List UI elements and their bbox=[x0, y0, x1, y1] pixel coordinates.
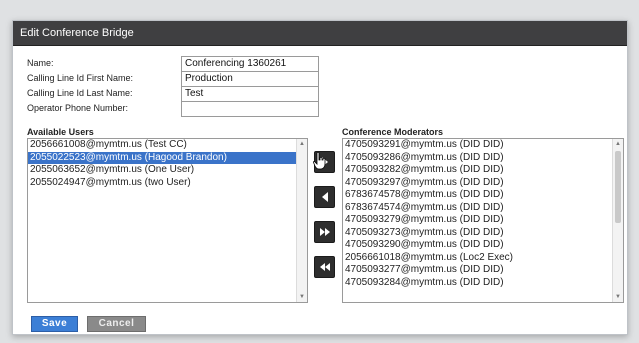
list-item[interactable]: 6783674574@mymtm.us (DID DID) bbox=[343, 202, 623, 215]
name-label: Name: bbox=[27, 58, 54, 68]
dialog-titlebar: Edit Conference Bridge bbox=[13, 21, 627, 46]
arrow-left-icon bbox=[321, 192, 328, 202]
conference-moderators-scrollbar[interactable]: ▲ ▼ bbox=[612, 139, 623, 302]
first-name-field[interactable]: Production bbox=[181, 71, 319, 87]
list-item[interactable]: 4705093282@mymtm.us (DID DID) bbox=[343, 164, 623, 177]
cancel-button[interactable]: Cancel bbox=[87, 316, 146, 332]
list-item-selected[interactable]: 2055022523@mymtm.us (Hagood Brandon) bbox=[28, 151, 307, 164]
list-item[interactable]: 4705093273@mymtm.us (DID DID) bbox=[343, 227, 623, 240]
scroll-thumb[interactable] bbox=[615, 151, 621, 223]
list-item[interactable]: 2056661018@mymtm.us (Loc2 Exec) bbox=[343, 252, 623, 265]
list-item[interactable]: 6783674578@mymtm.us (DID DID) bbox=[343, 189, 623, 202]
scroll-up-icon[interactable]: ▲ bbox=[615, 141, 621, 147]
list-item[interactable]: 4705093279@mymtm.us (DID DID) bbox=[343, 214, 623, 227]
remove-all-moderators-button[interactable] bbox=[314, 256, 335, 278]
list-item[interactable]: 4705093277@mymtm.us (DID DID) bbox=[343, 264, 623, 277]
conference-moderators-label: Conference Moderators bbox=[342, 127, 444, 137]
last-name-label: Calling Line Id Last Name: bbox=[27, 88, 133, 98]
first-name-label: Calling Line Id First Name: bbox=[27, 73, 134, 83]
scroll-down-icon[interactable]: ▼ bbox=[299, 294, 305, 300]
save-button[interactable]: Save bbox=[31, 316, 78, 332]
edit-conference-bridge-dialog: Edit Conference Bridge Name: Conferencin… bbox=[12, 20, 628, 335]
remove-moderator-button[interactable] bbox=[314, 186, 335, 208]
add-all-moderators-button[interactable] bbox=[314, 221, 335, 243]
list-item[interactable]: 2055024947@mymtm.us (two User) bbox=[28, 177, 307, 190]
list-item[interactable]: 2055063652@mymtm.us (One User) bbox=[28, 164, 307, 177]
double-arrow-left-icon bbox=[319, 263, 330, 271]
scroll-up-icon[interactable]: ▲ bbox=[299, 141, 305, 147]
available-users-label: Available Users bbox=[27, 127, 94, 137]
list-item[interactable]: 4705093290@mymtm.us (DID DID) bbox=[343, 239, 623, 252]
scroll-down-icon[interactable]: ▼ bbox=[615, 294, 621, 300]
last-name-field[interactable]: Test bbox=[181, 86, 319, 102]
double-arrow-right-icon bbox=[319, 228, 330, 236]
list-item[interactable]: 4705093297@mymtm.us (DID DID) bbox=[343, 177, 623, 190]
list-item[interactable]: 4705093291@mymtm.us (DID DID) bbox=[343, 139, 623, 152]
dialog-title: Edit Conference Bridge bbox=[20, 27, 134, 39]
operator-phone-field[interactable] bbox=[181, 101, 319, 117]
name-field[interactable]: Conferencing 1360261 bbox=[181, 56, 319, 72]
conference-moderators-list[interactable]: 4705093291@mymtm.us (DID DID) 4705093286… bbox=[342, 138, 624, 303]
list-item[interactable]: 4705093284@mymtm.us (DID DID) bbox=[343, 277, 623, 290]
hand-cursor-icon bbox=[313, 152, 326, 170]
list-item[interactable]: 2056661008@mymtm.us (Test CC) bbox=[28, 139, 307, 152]
list-item[interactable]: 4705093286@mymtm.us (DID DID) bbox=[343, 152, 623, 165]
available-users-scrollbar[interactable]: ▲ ▼ bbox=[296, 139, 307, 302]
operator-phone-label: Operator Phone Number: bbox=[27, 103, 129, 113]
available-users-list[interactable]: 2056661008@mymtm.us (Test CC) 2055022523… bbox=[27, 138, 308, 303]
